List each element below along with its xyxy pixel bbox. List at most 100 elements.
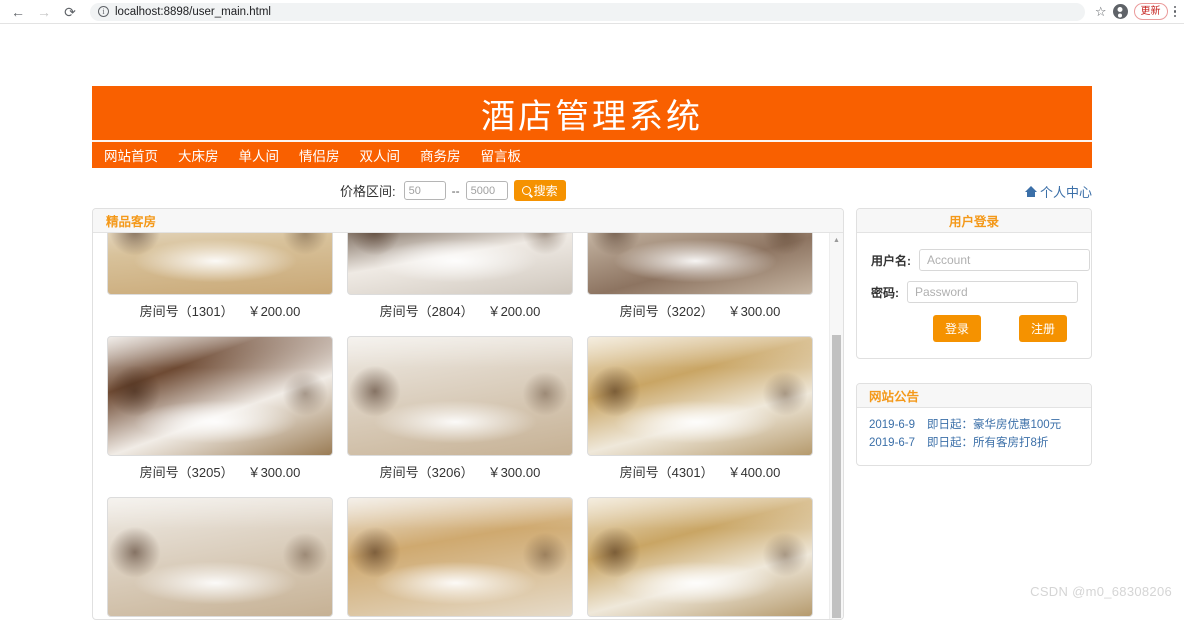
page-body: 酒店管理系统 网站首页 大床房 单人间 情侣房 双人间 商务房 留言板 价格区间…: [0, 24, 1184, 620]
room-card[interactable]: 房间号（2804） ￥200.00: [347, 233, 573, 330]
nav-item-bigbed[interactable]: 大床房: [178, 145, 219, 165]
notice-card-header: 网站公告: [857, 384, 1091, 408]
main-navigation: 网站首页 大床房 单人间 情侣房 双人间 商务房 留言板: [92, 142, 1092, 168]
room-price: ￥300.00: [247, 465, 301, 480]
room-price: ￥400.00: [727, 465, 781, 480]
scrollbar-thumb[interactable]: [832, 335, 841, 618]
room-number: 房间号（3205）: [139, 465, 234, 480]
user-center-link[interactable]: 个人中心: [1024, 182, 1092, 201]
address-bar-url: localhost:8898/user_main.html: [115, 5, 271, 18]
username-label: 用户名:: [871, 253, 911, 268]
room-number: 房间号（1301）: [139, 304, 234, 319]
room-caption: [107, 617, 333, 619]
room-caption: [587, 617, 813, 619]
password-row: 密码:: [871, 281, 1078, 303]
notice-title: 网站公告: [869, 390, 920, 404]
price-range-label: 价格区间:: [340, 184, 396, 199]
username-input[interactable]: [919, 249, 1090, 271]
main-content: 精品客房 房间号（1301） ￥200.00 房间号（2804） ￥200.00 房间号…: [92, 208, 1092, 620]
notice-text: 即日起：豪华房优惠100元: [927, 419, 1062, 431]
login-button[interactable]: 登录: [933, 315, 982, 342]
username-row: 用户名:: [871, 249, 1090, 271]
search-button-label: 搜索: [533, 184, 558, 198]
back-arrow-icon[interactable]: ←: [8, 2, 28, 22]
room-photo[interactable]: [347, 233, 573, 295]
room-price: ￥300.00: [727, 304, 781, 319]
room-card[interactable]: [347, 497, 573, 619]
nav-item-single[interactable]: 单人间: [239, 145, 280, 165]
notice-item[interactable]: 2019-6-7 即日起：所有客房打8折: [869, 435, 1079, 453]
room-card[interactable]: 房间号（3202） ￥300.00: [587, 233, 813, 330]
room-price: ￥300.00: [487, 465, 541, 480]
room-caption: 房间号（3205） ￥300.00: [107, 456, 333, 491]
kebab-menu-icon[interactable]: [1173, 5, 1176, 19]
reload-icon[interactable]: ⟳: [60, 2, 80, 22]
room-photo[interactable]: [347, 497, 573, 617]
room-card[interactable]: 房间号（3206） ￥300.00: [347, 336, 573, 491]
room-photo[interactable]: [107, 336, 333, 456]
room-caption: 房间号（3202） ￥300.00: [587, 295, 813, 330]
update-button[interactable]: 更新: [1133, 3, 1168, 20]
search-toolbar: 价格区间: -- 搜索 个人中心: [92, 168, 1092, 206]
notice-date: 2019-6-9: [869, 419, 916, 431]
room-photo[interactable]: [347, 336, 573, 456]
password-input[interactable]: [907, 281, 1078, 303]
register-button[interactable]: 注册: [1019, 315, 1068, 342]
notice-card: 网站公告 2019-6-9 即日起：豪华房优惠100元 2019-6-7 即日起：所有…: [856, 383, 1092, 466]
notice-date: 2019-6-7: [869, 436, 916, 449]
login-card-header: 用户登录: [857, 209, 1091, 233]
login-form: 用户名: 密码: 登录 注册: [857, 233, 1091, 358]
room-photo[interactable]: [107, 497, 333, 617]
room-card[interactable]: [587, 497, 813, 619]
room-number: 房间号（3206）: [379, 465, 474, 480]
search-button[interactable]: 搜索: [513, 180, 566, 201]
price-max-input[interactable]: [465, 181, 508, 200]
notice-list: 2019-6-9 即日起：豪华房优惠100元 2019-6-7 即日起：所有客房打8折: [857, 408, 1091, 465]
room-caption: 房间号（4301） ￥400.00: [587, 456, 813, 491]
site-banner: 酒店管理系统: [92, 86, 1092, 142]
rooms-scroll-area[interactable]: 房间号（1301） ￥200.00 房间号（2804） ￥200.00 房间号（3202…: [93, 233, 843, 619]
room-price: ￥200.00: [487, 304, 541, 319]
scroll-up-arrow-icon[interactable]: ▲: [830, 233, 843, 247]
room-card[interactable]: 房间号（3205） ￥300.00: [107, 336, 333, 491]
watermark: CSDN @m0_68308206: [1030, 584, 1172, 599]
address-bar[interactable]: i localhost:8898/user_main.html: [90, 2, 1085, 21]
login-buttons: 登录 注册: [871, 315, 1077, 342]
notice-item[interactable]: 2019-6-9 即日起：豪华房优惠100元: [869, 417, 1079, 435]
nav-item-guestbook[interactable]: 留言板: [481, 145, 522, 165]
login-title: 用户登录: [948, 215, 999, 229]
login-card: 用户登录 用户名: 密码: 登录 注册: [856, 208, 1092, 359]
price-search-group: 价格区间: -- 搜索: [340, 180, 566, 201]
room-number: 房间号（4301）: [619, 465, 714, 480]
range-separator: --: [451, 183, 460, 198]
rooms-panel-header: 精品客房: [93, 209, 843, 233]
nav-item-business[interactable]: 商务房: [420, 145, 461, 165]
room-row: 房间号（3205） ￥300.00 房间号（3206） ￥300.00 房间号（4301…: [107, 336, 829, 491]
room-card[interactable]: 房间号（1301） ￥200.00: [107, 233, 333, 330]
forward-arrow-icon: →: [37, 3, 51, 20]
nav-item-home[interactable]: 网站首页: [104, 145, 158, 165]
room-photo[interactable]: [107, 233, 333, 295]
room-photo[interactable]: [587, 233, 813, 295]
room-photo[interactable]: [587, 336, 813, 456]
rooms-scrollbar[interactable]: ▲: [829, 233, 843, 619]
price-min-input[interactable]: [403, 181, 446, 200]
room-caption: 房间号（3206） ￥300.00: [347, 456, 573, 491]
room-card[interactable]: 房间号（4301） ￥400.00: [587, 336, 813, 491]
room-caption: 房间号（2804） ￥200.00: [347, 295, 573, 330]
nav-item-double[interactable]: 双人间: [360, 145, 401, 165]
site-info-icon[interactable]: i: [98, 6, 109, 17]
star-icon[interactable]: ☆: [1095, 4, 1107, 20]
nav-item-couple[interactable]: 情侣房: [299, 145, 340, 165]
room-caption: 房间号（1301） ￥200.00: [107, 295, 333, 330]
room-photo[interactable]: [587, 497, 813, 617]
site-container: 酒店管理系统 网站首页 大床房 单人间 情侣房 双人间 商务房 留言板 价格区间…: [92, 86, 1092, 620]
room-row: 房间号（1301） ￥200.00 房间号（2804） ￥200.00 房间号（3202…: [107, 233, 829, 330]
room-caption: [347, 617, 573, 619]
room-price: ￥200.00: [247, 304, 301, 319]
room-row: [107, 497, 829, 619]
avatar[interactable]: [1112, 4, 1128, 19]
notice-text: 即日起：所有客房打8折: [927, 436, 1049, 449]
room-card[interactable]: [107, 497, 333, 619]
home-icon: [1024, 186, 1038, 197]
